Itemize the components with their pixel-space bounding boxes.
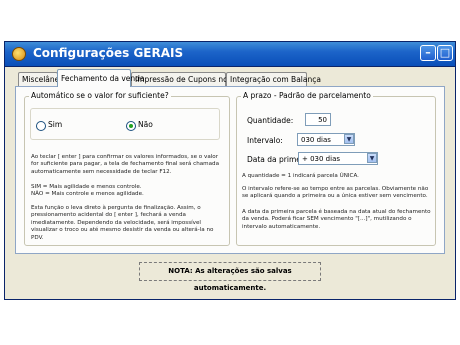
auto-close-group-caption: Automático se o valor for suficiente? [29, 91, 171, 100]
data-primeira-help-text: A data da primeira parcela é baseada na … [242, 209, 431, 230]
nao-help-text: NÃO = Mais controle e menos agilidade. [31, 191, 144, 197]
quantidade-help-text: A quantidade = 1 indicará parcela ÚNICA. [242, 173, 359, 179]
auto-close-help-text: Ao teclar [ enter ] para confirmar os va… [31, 154, 220, 175]
tab-fechamento-da-venda[interactable]: Fechamento da venda [57, 69, 144, 87]
intervalo-value: 030 dias [301, 136, 331, 144]
chevron-down-icon[interactable]: ▼ [367, 153, 377, 163]
radio-sim[interactable] [36, 121, 46, 131]
tab-impressao-de-cupons[interactable]: Impressão de Cupons no PDV [131, 72, 245, 86]
chevron-down-icon[interactable]: ▼ [344, 134, 354, 144]
gear-coin-icon [12, 47, 26, 61]
data-primeira-value: + 030 dias [302, 155, 341, 163]
quantidade-input[interactable]: 50 [305, 113, 331, 126]
finalization-help-text: Esta função o leva direto à pergunta de … [31, 205, 214, 241]
window-title: Configurações GERAIS [33, 46, 184, 60]
intervalo-help-text: O intervalo refere-se ao tempo entre as … [242, 186, 429, 200]
maximize-button[interactable]: □ [437, 45, 453, 61]
autosave-note: NOTA: As alterações são salvas automatic… [139, 262, 321, 292]
radio-nao[interactable] [126, 121, 136, 131]
tab-miscelanea[interactable]: Miscelânea [18, 72, 64, 86]
radio-nao-label: Não [138, 120, 153, 129]
quantidade-label: Quantidade: [247, 116, 294, 125]
radio-sim-label: Sim [48, 120, 63, 129]
intervalo-label: Intervalo: [247, 136, 283, 145]
installment-group-caption: A prazo - Padrão de parcelamento [241, 91, 373, 100]
data-primeira-select[interactable]: + 030 dias [298, 152, 378, 165]
tab-integracao-balanca[interactable]: Integração com Balança [226, 72, 321, 86]
maximize-icon: □ [439, 46, 451, 59]
minimize-button[interactable]: – [420, 45, 436, 61]
minimize-icon: – [425, 46, 431, 59]
